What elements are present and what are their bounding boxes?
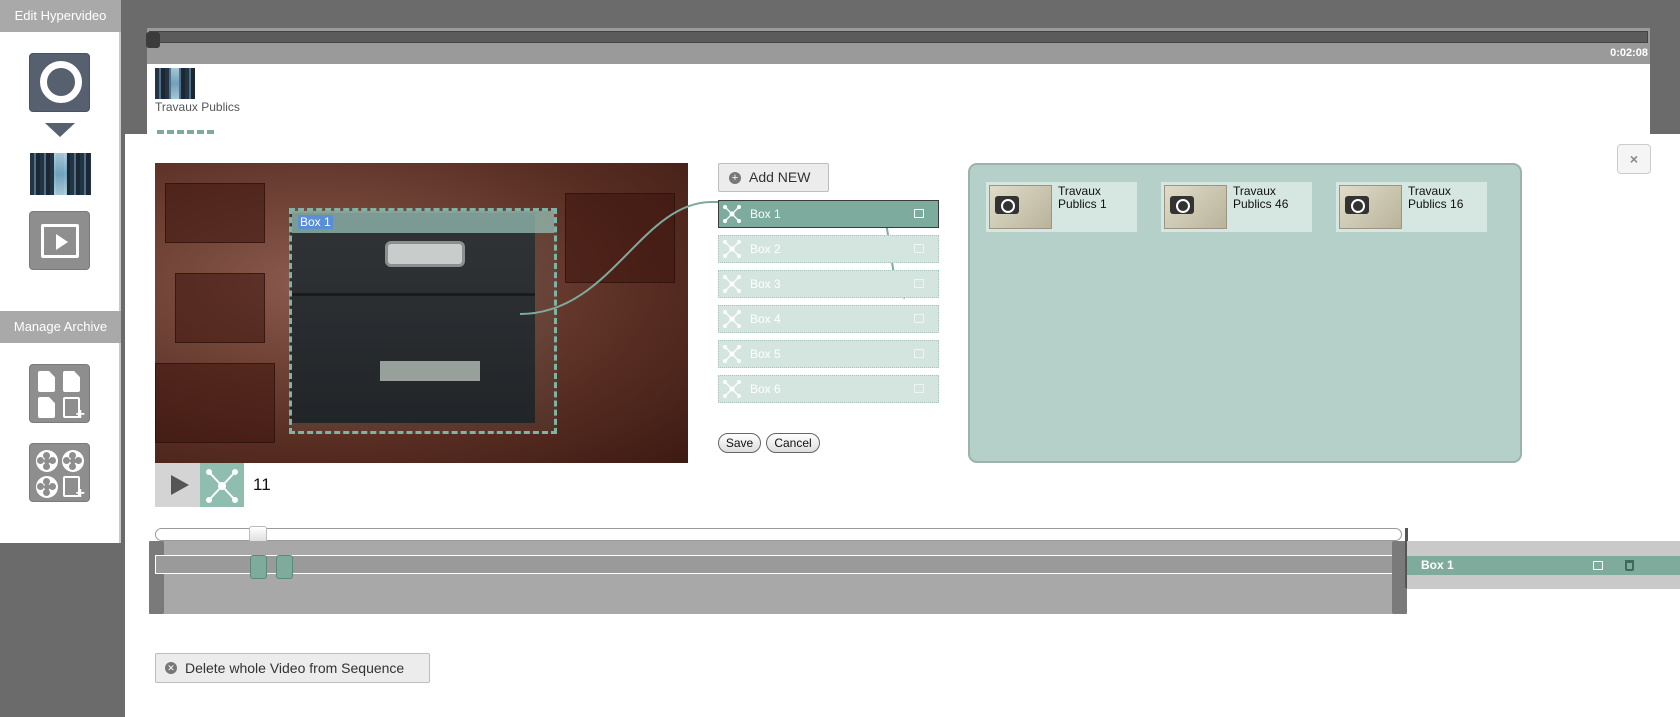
- cancel-button[interactable]: Cancel: [766, 433, 820, 453]
- node-graph-icon: [723, 345, 741, 363]
- trash-icon[interactable]: [1625, 560, 1634, 571]
- document-icon: [38, 371, 55, 392]
- box-list-label: Box 6: [750, 382, 781, 396]
- box-list-item[interactable]: Box 3: [718, 270, 939, 298]
- edit-hypervideo-heading: Edit Hypervideo: [0, 0, 121, 32]
- arrow-down-icon: [45, 123, 75, 137]
- hotspot-editor-panel: × Box 1 11 + Add NEW Box 1 Box 2 Box 3 B…: [125, 134, 1680, 717]
- node-graph-icon: [723, 275, 741, 293]
- linked-items-container[interactable]: Travaux Publics 1 Travaux Publics 46 Tra…: [968, 163, 1522, 463]
- sequence-video-title: Travaux Publics: [155, 100, 240, 114]
- linked-item-card[interactable]: Travaux Publics 1: [986, 182, 1137, 232]
- box-list-item[interactable]: Box 5: [718, 340, 939, 368]
- hypervideo-timeline: 0:02:08: [146, 28, 1650, 64]
- node-graph-icon: [723, 240, 741, 258]
- open-window-icon[interactable]: [914, 384, 924, 393]
- box-list-item[interactable]: Box 2: [718, 235, 939, 263]
- plus-icon: +: [729, 172, 741, 184]
- timeline-track[interactable]: [146, 31, 1648, 48]
- hotspot-box-label[interactable]: Box 1: [298, 215, 333, 229]
- add-hotspot-button[interactable]: [200, 463, 244, 507]
- box-list-label: Box 1: [750, 207, 781, 221]
- linked-item-title: Travaux Publics 16: [1408, 184, 1464, 211]
- film-reel-icon: [62, 450, 84, 472]
- node-graph-icon: [723, 380, 741, 398]
- open-window-icon[interactable]: [1593, 561, 1603, 570]
- manage-archive-heading: Manage Archive: [0, 311, 121, 343]
- play-icon: [41, 224, 79, 258]
- delete-video-label: Delete whole Video from Sequence: [185, 660, 405, 676]
- manage-videos-button[interactable]: [29, 443, 90, 503]
- save-button[interactable]: Save: [718, 433, 761, 453]
- hotspot-box-header[interactable]: Box 1: [292, 211, 554, 233]
- delete-video-button[interactable]: ✕ Delete whole Video from Sequence: [155, 653, 430, 683]
- record-hotspot-button[interactable]: [29, 53, 90, 112]
- box-list-item[interactable]: Box 1: [718, 200, 939, 228]
- hypervideo-timeline-strip: 0:02:08 Travaux Publics: [146, 28, 1650, 138]
- open-window-icon[interactable]: [914, 209, 924, 218]
- film-reel-icon: [36, 476, 58, 498]
- box-list-label: Box 5: [750, 347, 781, 361]
- add-new-label: Add NEW: [749, 169, 811, 185]
- open-window-icon[interactable]: [914, 279, 924, 288]
- video-thumbnail[interactable]: [30, 153, 91, 195]
- manage-documents-button[interactable]: [29, 364, 90, 424]
- hotspot-keyframe-marker[interactable]: [276, 555, 293, 579]
- camera-icon: [989, 185, 1052, 229]
- camera-icon: [1164, 185, 1227, 229]
- sequence-video-thumbnail[interactable]: [155, 68, 195, 99]
- document-icon: [63, 371, 80, 392]
- linked-item-card[interactable]: Travaux Publics 16: [1336, 182, 1487, 232]
- box-list-item[interactable]: Box 6: [718, 375, 939, 403]
- hotspot-keyframe-marker[interactable]: [250, 555, 267, 579]
- open-window-icon[interactable]: [914, 349, 924, 358]
- box-list-label: Box 2: [750, 242, 781, 256]
- node-graph-icon: [723, 205, 741, 223]
- camera-icon: [1339, 185, 1402, 229]
- document-icon: [38, 397, 55, 418]
- open-window-icon[interactable]: [914, 314, 924, 323]
- box-list-item[interactable]: Box 4: [718, 305, 939, 333]
- duration-label: 0:02:08: [1610, 47, 1648, 59]
- video-controls: [155, 463, 244, 507]
- play-button[interactable]: [155, 463, 200, 507]
- frame-counter: 11: [253, 475, 271, 494]
- linked-item-title: Travaux Publics 1: [1058, 184, 1107, 211]
- video-scrubber[interactable]: [155, 526, 1402, 543]
- add-video-icon: [63, 476, 85, 503]
- box-list-label: Box 4: [750, 312, 781, 326]
- add-document-icon: [63, 397, 85, 424]
- circle-icon: [40, 61, 82, 103]
- close-button[interactable]: ×: [1617, 144, 1651, 174]
- hotspot-timeline[interactable]: [149, 541, 1407, 614]
- box-list-label: Box 3: [750, 277, 781, 291]
- timeline-start-handle[interactable]: [149, 541, 164, 614]
- film-reel-icon: [36, 450, 58, 472]
- timeline-playhead[interactable]: [146, 32, 160, 48]
- sidebar: Edit Hypervideo Manage Archive: [0, 0, 121, 543]
- add-new-button[interactable]: + Add NEW: [718, 163, 829, 192]
- linked-item-card[interactable]: Travaux Publics 46: [1161, 182, 1312, 232]
- close-circle-icon: ✕: [165, 662, 177, 674]
- node-graph-icon: [723, 310, 741, 328]
- linked-item-title: Travaux Publics 46: [1233, 184, 1289, 211]
- hotspot-box-overlay[interactable]: Box 1: [289, 208, 557, 434]
- node-graph-icon: [206, 469, 238, 503]
- hotspot-timeline-track[interactable]: [155, 555, 1404, 574]
- box-track-label: Box 1: [1421, 558, 1454, 572]
- open-window-icon[interactable]: [914, 244, 924, 253]
- play-preview-button[interactable]: [29, 211, 90, 270]
